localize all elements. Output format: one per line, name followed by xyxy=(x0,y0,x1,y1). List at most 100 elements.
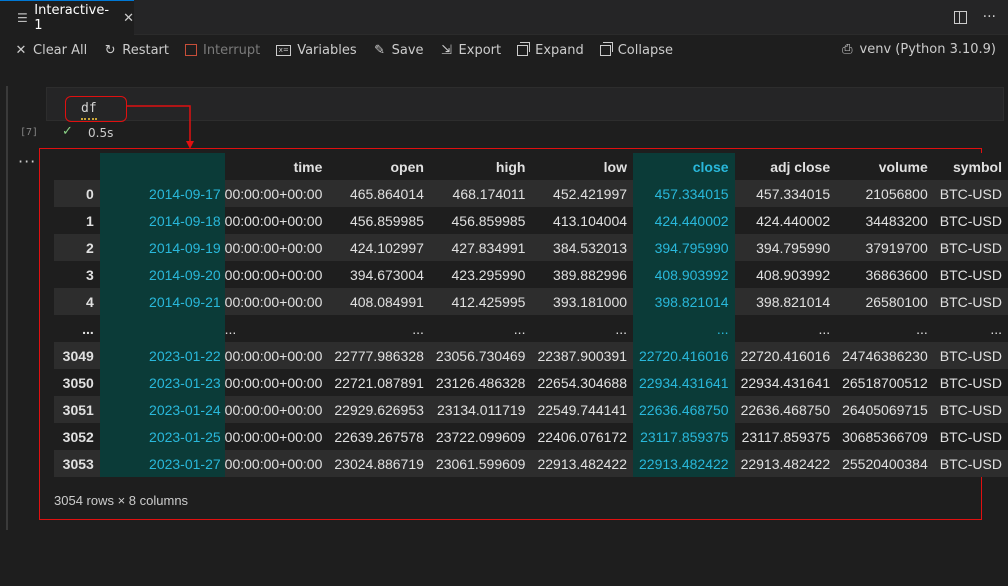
variables-icon: x= xyxy=(276,44,292,56)
low-cell: 22654.304688 xyxy=(531,369,634,396)
check-icon: ✓ xyxy=(62,124,73,139)
adj-close-cell: 398.821014 xyxy=(734,288,837,315)
symbol-cell: BTC-USD xyxy=(933,261,1008,288)
restart-button[interactable]: ↻ Restart xyxy=(103,43,169,58)
date-cell: 2014-09-21 xyxy=(99,288,225,315)
high-cell: 427.834991 xyxy=(429,234,532,261)
interrupt-label: Interrupt xyxy=(202,42,261,58)
time-cell: 00:00:00+00:00 xyxy=(224,396,329,423)
table-row: 1 2014-09-18 00:00:00+00:00 456.859985 456.8… xyxy=(54,207,1008,234)
row-index: 3049 xyxy=(54,342,100,369)
expand-button[interactable]: Expand xyxy=(517,41,584,58)
close-cell: 457.334015 xyxy=(633,180,735,207)
table-row: 3053 2023-01-27 00:00:00+00:00 23024.886719… xyxy=(54,450,1008,477)
table-row: 3 2014-09-20 00:00:00+00:00 394.673004 423.2… xyxy=(54,261,1008,288)
collapse-label: Collapse xyxy=(617,42,673,58)
low-cell: 389.882996 xyxy=(531,261,634,288)
low-cell: 22913.482422 xyxy=(531,450,634,477)
high-cell: 468.174011 xyxy=(429,180,532,207)
date-cell: 2014-09-17 xyxy=(99,180,225,207)
time-cell: 00:00:00+00:00 xyxy=(224,288,329,315)
export-label: Export xyxy=(458,42,502,58)
table-row: 2 2014-09-19 00:00:00+00:00 424.102997 427.8… xyxy=(54,234,1008,261)
open-cell: 23024.886719 xyxy=(328,450,430,477)
adj-close-cell: ... xyxy=(734,315,837,342)
adj-close-cell: 22934.431641 xyxy=(734,369,837,396)
high-cell: 23056.730469 xyxy=(429,342,532,369)
interrupt-button[interactable]: Interrupt xyxy=(184,42,261,58)
interactive-toolbar: ✕ Clear All ↻ Restart Interrupt x= Varia… xyxy=(0,36,1008,64)
output-more-icon[interactable]: ··· xyxy=(18,152,36,171)
restart-icon: ↻ xyxy=(104,42,116,58)
column-header-high: high xyxy=(429,153,532,180)
close-cell: 394.795990 xyxy=(633,234,735,261)
adj-close-cell: 22913.482422 xyxy=(734,450,837,477)
high-cell: 23722.099609 xyxy=(429,423,532,450)
variables-button[interactable]: x= Variables xyxy=(276,42,357,58)
save-button[interactable]: ✎ Save xyxy=(373,42,423,58)
table-row: 3051 2023-01-24 00:00:00+00:00 22929.626953… xyxy=(54,396,1008,423)
volume-cell: 30685366709 xyxy=(836,423,934,450)
volume-cell: 21056800 xyxy=(836,180,934,207)
time-cell: 00:00:00+00:00 xyxy=(224,180,329,207)
time-cell: 00:00:00+00:00 xyxy=(224,342,329,369)
symbol-cell: BTC-USD xyxy=(933,207,1008,234)
date-cell: 2023-01-23 xyxy=(99,369,225,396)
close-cell: 398.821014 xyxy=(633,288,735,315)
high-cell: 412.425995 xyxy=(429,288,532,315)
clear-all-button[interactable]: ✕ Clear All xyxy=(14,42,88,58)
volume-cell: 26518700512 xyxy=(836,369,934,396)
low-cell: 22406.076172 xyxy=(531,423,634,450)
high-cell: 23126.486328 xyxy=(429,369,532,396)
cell-execution-count: [7] xyxy=(20,127,39,138)
low-cell: 413.104004 xyxy=(531,207,634,234)
low-cell: 22549.744141 xyxy=(531,396,634,423)
volume-cell: 36863600 xyxy=(836,261,934,288)
open-cell: 394.673004 xyxy=(328,261,430,288)
collapse-icon xyxy=(599,41,613,56)
high-cell: 23134.011719 xyxy=(429,396,532,423)
symbol-cell: ... xyxy=(933,315,1008,342)
date-cell: 2023-01-24 xyxy=(99,396,225,423)
high-cell: 456.859985 xyxy=(429,207,532,234)
adj-close-cell: 394.795990 xyxy=(734,234,837,261)
split-editor-icon[interactable] xyxy=(953,11,967,24)
row-index: 3050 xyxy=(54,369,100,396)
table-header-row: time open high low close adj close volum… xyxy=(54,153,1008,180)
clear-all-label: Clear All xyxy=(33,42,88,58)
save-icon: ✎ xyxy=(374,42,386,58)
annotation-box xyxy=(65,96,127,122)
more-actions-icon[interactable]: ··· xyxy=(983,9,996,25)
date-cell: 2023-01-22 xyxy=(99,342,225,369)
low-cell: 22387.900391 xyxy=(531,342,634,369)
variables-label: Variables xyxy=(297,42,357,58)
kernel-picker[interactable]: ⎙ venv (Python 3.10.9) xyxy=(842,42,996,57)
adj-close-cell: 424.440002 xyxy=(734,207,837,234)
export-button[interactable]: ⇲ Export xyxy=(440,42,502,58)
close-icon[interactable]: ✕ xyxy=(123,11,134,26)
open-cell: 456.859985 xyxy=(328,207,430,234)
open-cell: 408.084991 xyxy=(328,288,430,315)
high-cell: 23061.599609 xyxy=(429,450,532,477)
cell-gutter xyxy=(6,86,8,530)
table-row: ........................... xyxy=(54,315,1008,342)
open-cell: 22721.087891 xyxy=(328,369,430,396)
volume-cell: 25520400384 xyxy=(836,450,934,477)
kernel-icon: ⎙ xyxy=(842,42,853,57)
high-cell: ... xyxy=(429,315,532,342)
volume-cell: 37919700 xyxy=(836,234,934,261)
kernel-label: venv (Python 3.10.9) xyxy=(859,42,996,57)
tab-interactive[interactable]: ☰ Interactive-1 ✕ xyxy=(0,0,134,35)
collapse-button[interactable]: Collapse xyxy=(599,41,673,58)
time-cell: 00:00:00+00:00 xyxy=(224,369,329,396)
execution-time: 0.5s xyxy=(88,126,114,140)
expand-icon xyxy=(517,41,531,56)
row-index: 3 xyxy=(54,261,100,288)
time-cell: 00:00:00+00:00 xyxy=(224,207,329,234)
adj-close-cell: 22720.416016 xyxy=(734,342,837,369)
open-cell: 22639.267578 xyxy=(328,423,430,450)
row-index: 2 xyxy=(54,234,100,261)
table-row: 3050 2023-01-23 00:00:00+00:00 22721.087891… xyxy=(54,369,1008,396)
symbol-cell: BTC-USD xyxy=(933,369,1008,396)
symbol-cell: BTC-USD xyxy=(933,396,1008,423)
